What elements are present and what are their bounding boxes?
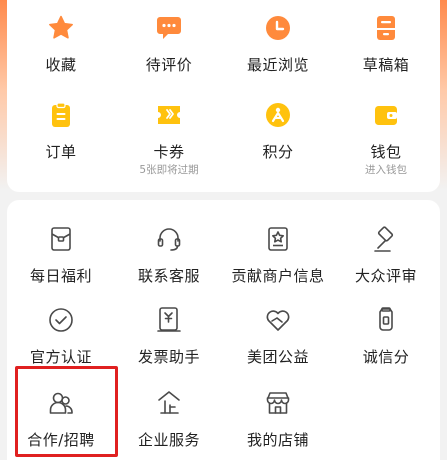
enterprise-service-item[interactable]: 企业服务: [115, 388, 223, 450]
contribute-merchant-item[interactable]: 贡献商户信息: [224, 224, 332, 286]
orders-label: 订单: [45, 143, 77, 161]
charity-heart-icon: [266, 310, 290, 331]
coupon-ticket-icon: [158, 106, 180, 124]
invoice-assistant-item[interactable]: 发票助手: [115, 305, 223, 367]
orders-item[interactable]: 订单: [7, 101, 115, 162]
invoice-icon: [157, 307, 181, 332]
my-shop-item[interactable]: 我的店铺: [224, 388, 332, 450]
customer-service-item[interactable]: 联系客服: [115, 224, 223, 286]
points-medal-icon: [266, 103, 290, 127]
favorites-item[interactable]: 收藏: [7, 14, 115, 75]
coupons-expiry-note: 5张即将过期: [139, 164, 199, 176]
official-certification-label: 官方认证: [29, 348, 92, 366]
wallet-label: 钱包: [370, 143, 402, 161]
daily-welfare-item[interactable]: 每日福利: [7, 224, 115, 286]
recently-viewed-item[interactable]: 最近浏览: [224, 14, 332, 75]
credit-score-item[interactable]: 诚信分: [332, 305, 440, 367]
points-label: 积分: [262, 143, 294, 161]
drafts-label: 草稿箱: [362, 56, 410, 74]
verified-check-icon: [49, 308, 73, 332]
enterprise-service-label: 企业服务: [137, 431, 200, 449]
public-review-item[interactable]: 大众评审: [332, 224, 440, 286]
wallet-item[interactable]: 钱包 进入钱包: [332, 101, 440, 177]
star-icon: [49, 15, 73, 39]
meituan-charity-item[interactable]: 美团公益: [224, 305, 332, 367]
points-item[interactable]: 积分: [224, 101, 332, 162]
drafts-box-icon: [377, 16, 395, 40]
official-certification-item[interactable]: 官方认证: [7, 305, 115, 367]
customer-service-label: 联系客服: [137, 267, 200, 285]
chat-bubble-icon: [157, 17, 181, 39]
envelope-icon: [51, 227, 71, 251]
invoice-assistant-label: 发票助手: [137, 348, 200, 366]
order-clipboard-icon: [52, 102, 70, 127]
my-shop-label: 我的店铺: [246, 431, 309, 449]
gavel-icon: [374, 226, 394, 252]
wallet-icon: [375, 106, 397, 125]
pending-review-item[interactable]: 待评价: [115, 14, 223, 75]
contribute-merchant-label: 贡献商户信息: [231, 267, 325, 285]
my-shop-icon: [266, 392, 290, 414]
credit-score-icon: [379, 307, 393, 331]
meituan-charity-label: 美团公益: [246, 348, 309, 366]
recently-viewed-label: 最近浏览: [246, 56, 309, 74]
wallet-enter-note: 进入钱包: [365, 164, 407, 176]
enterprise-icon: [158, 391, 180, 414]
credit-score-label: 诚信分: [362, 348, 410, 366]
headset-icon: [157, 228, 181, 251]
highlight-box: [15, 366, 118, 457]
drafts-item[interactable]: 草稿箱: [332, 14, 440, 75]
favorites-label: 收藏: [45, 56, 77, 74]
storefront-star-icon: [268, 227, 288, 251]
daily-welfare-label: 每日福利: [29, 267, 92, 285]
coupons-label: 卡券: [153, 143, 185, 161]
public-review-label: 大众评审: [354, 267, 417, 285]
pending-review-label: 待评价: [145, 56, 193, 74]
clock-icon: [266, 16, 290, 40]
coupons-item[interactable]: 卡券 5张即将过期: [115, 101, 223, 177]
